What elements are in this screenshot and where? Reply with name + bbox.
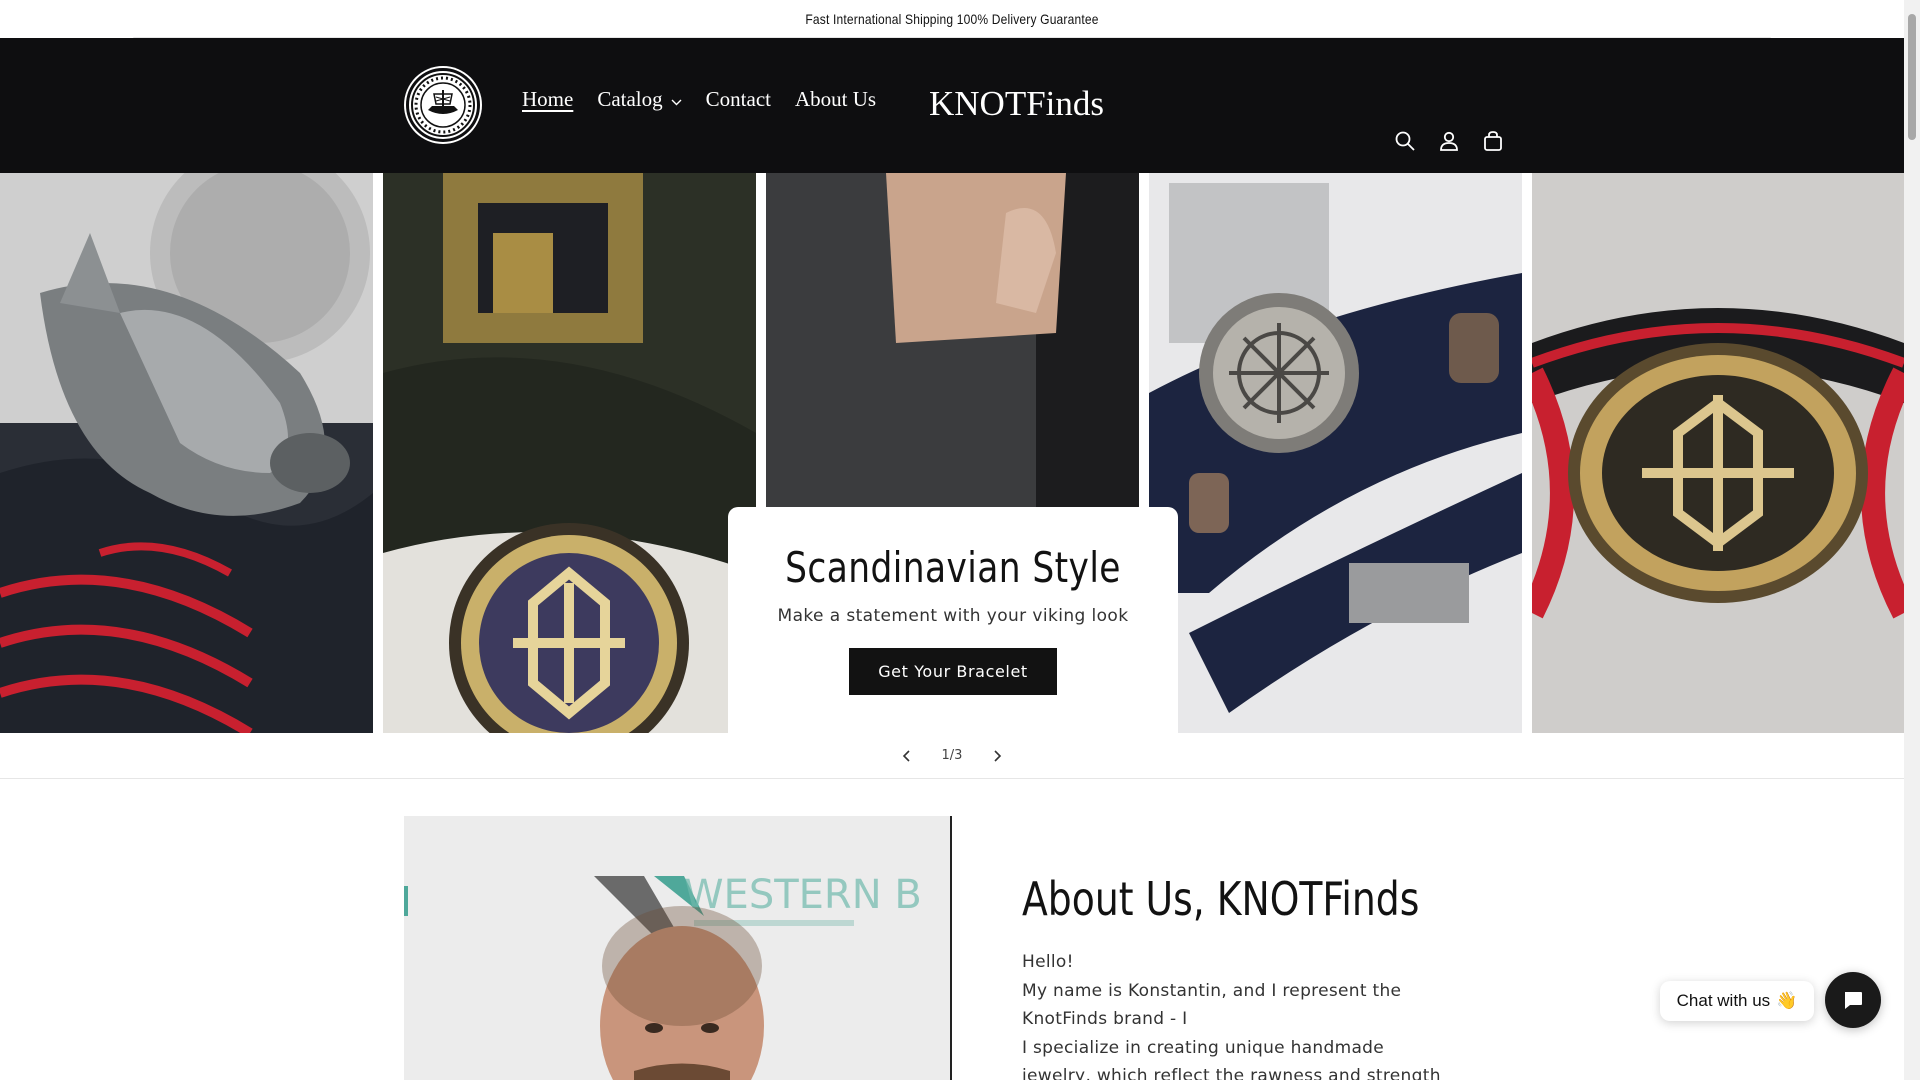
get-your-bracelet-button[interactable]: Get Your Bracelet [849,648,1057,695]
site-header: Home Catalog Contact About Us KNOTFinds [0,38,1904,173]
about-paragraph: My name is Konstantin, and I represent t… [1022,980,1402,1030]
search-icon[interactable] [1392,128,1418,154]
hero-title: Scandinavian Style [785,543,1121,592]
previous-slide-button[interactable] [898,747,916,765]
chevron-down-icon [671,87,682,112]
nav-catalog-label: Catalog [597,86,663,111]
slideshow-controls: 1/3 [0,733,1904,779]
announcement-bar: Fast International Shipping 100% Deliver… [133,0,1771,38]
about-paragraph: Hello! [1022,952,1074,972]
nav-contact-label: Contact [705,86,771,111]
slide-counter: 1/3 [941,748,963,763]
brand-name[interactable]: KNOTFinds [929,84,1104,124]
nav-about-us[interactable]: About Us [795,84,876,114]
hero-content-card: Scandinavian Style Make a statement with… [728,507,1178,733]
chat-label: Chat with us [1676,991,1771,1010]
about-paragraph: I specialize in creating unique handmade… [1022,1037,1441,1080]
chevron-left-icon [902,749,910,762]
nav-about-label: About Us [794,86,877,111]
account-icon[interactable] [1436,128,1462,154]
chat-with-us-pill[interactable]: Chat with us 👋 [1660,981,1814,1021]
main-nav: Home Catalog Contact About Us [522,84,900,114]
nav-contact[interactable]: Contact [706,84,771,114]
product-image-wolf-bracelet[interactable] [0,173,373,733]
header-icons [1392,128,1506,154]
hero-subtitle: Make a statement with your viking look [777,606,1129,626]
photo-banner-text: WESTERN B [684,872,922,918]
next-slide-button[interactable] [988,747,1006,765]
viking-ship-logo-icon [411,73,475,137]
about-photo: WESTERN B [404,816,952,1080]
scrollbar-thumb[interactable] [1908,14,1916,140]
about-text: Hello! My name is Konstantin, and I repr… [1022,948,1442,1080]
chevron-right-icon [994,749,1002,762]
cart-icon[interactable] [1480,128,1506,154]
announcement-text: Fast International Shipping 100% Deliver… [805,10,1099,27]
nav-home[interactable]: Home [522,84,573,114]
chat-bubble-icon [1845,992,1862,1009]
waving-hand-icon: 👋 [1776,991,1798,1010]
product-image-red-black-emblem[interactable] [1532,173,1904,733]
nav-home-label: Home [522,86,574,111]
page-scrollbar[interactable] [1904,0,1920,1080]
about-title: About Us, KNOTFinds [1022,872,1420,926]
product-image-navy-rune-bracelet[interactable] [1149,173,1522,733]
nav-catalog[interactable]: Catalog [597,84,682,114]
logo[interactable] [406,68,480,142]
product-image-brass-emblem[interactable] [383,173,756,733]
hero-slideshow: Scandinavian Style Make a statement with… [0,173,1904,733]
chat-launcher-button[interactable] [1825,972,1881,1028]
